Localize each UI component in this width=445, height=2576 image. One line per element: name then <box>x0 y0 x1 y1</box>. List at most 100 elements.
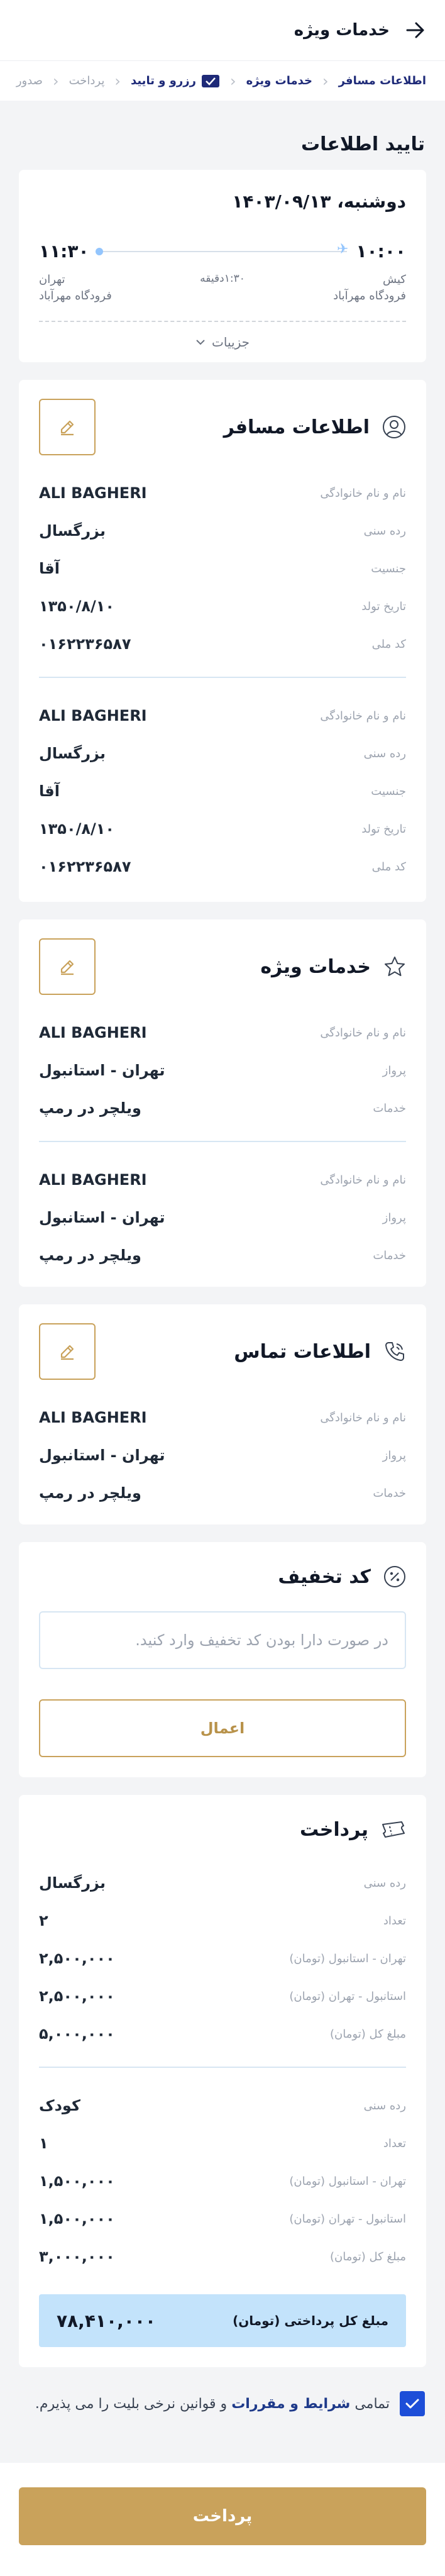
row-value: ALI BAGHERI <box>39 1171 147 1189</box>
section-title: خدمات ویژه <box>260 955 371 978</box>
terms-link[interactable]: شرایط و مقررات <box>231 2396 350 2412</box>
depart-time: ۱۰:۰۰ <box>356 241 406 262</box>
special-services-card: خدمات ویژه نام و نام خانوادگی ALI BAGHERI… <box>19 919 426 1287</box>
row-value: تهران - استانبول <box>39 1209 165 1226</box>
row-value: ۳,۰۰۰,۰۰۰ <box>39 2248 115 2265</box>
ticket-check-icon <box>201 74 219 87</box>
info-row: رده سنی بزرگسال <box>39 512 406 550</box>
section-title: اطلاعات تماس <box>234 1340 371 1363</box>
section-title: اطلاعات مسافر <box>223 416 370 438</box>
row-value: تهران - استانبول <box>39 1446 165 1464</box>
section-header: پرداخت <box>39 1795 406 1864</box>
section-title: کد تخفیف <box>278 1565 371 1588</box>
passenger-block: نام و نام خانوادگی ALI BAGHERI رده سنی بزر… <box>39 697 406 886</box>
top-header: خدمات ویژه <box>0 0 445 60</box>
row-label: تاریخ تولد <box>361 599 406 613</box>
payment-group-child: رده سنی کودک تعداد ۱ تهران - استانبول (توم… <box>39 2087 406 2275</box>
row-value: ۱,۵۰۰,۰۰۰ <box>39 2210 115 2228</box>
chevron-left-icon: ‹ <box>52 72 59 90</box>
step-label: پرداخت <box>69 74 105 87</box>
arrive-time: ۱۱:۳۰ <box>39 241 89 262</box>
dashed-divider <box>39 321 406 322</box>
info-row: تاریخ تولد ۱۳۵۰/۸/۱۰ <box>39 587 406 625</box>
header-title: خدمات ویژه <box>294 21 390 40</box>
info-row: استانبول - تهران (تومان) ۱,۵۰۰,۰۰۰ <box>39 2200 406 2238</box>
apply-discount-button[interactable]: اعمال <box>39 1699 406 1757</box>
row-label: خدمات <box>373 1248 406 1262</box>
row-value: ۱,۵۰۰,۰۰۰ <box>39 2172 115 2190</box>
destination-airport: فرودگاه مهرآباد <box>39 289 112 303</box>
section-header: خدمات ویژه <box>39 919 406 1014</box>
terms-pre: تمامی <box>354 2396 390 2412</box>
info-row: کد ملی ۰۱۶۲۲۳۶۵۸۷ <box>39 625 406 663</box>
details-toggle[interactable]: جزییات <box>39 335 406 350</box>
row-label: کد ملی <box>371 860 406 874</box>
row-label: تعداد <box>383 2136 406 2150</box>
ticket-icon <box>382 1821 405 1838</box>
edit-button[interactable] <box>39 399 96 455</box>
row-label: پرواز <box>382 1211 406 1224</box>
step-special-services[interactable]: خدمات ویژه <box>246 74 312 87</box>
row-label: رده سنی <box>363 524 406 538</box>
flight-duration: ۱:۳۰دقیقه <box>200 272 245 285</box>
info-row: کد ملی ۰۱۶۲۲۳۶۵۸۷ <box>39 848 406 886</box>
destination: تهران فرودگاه مهرآباد <box>39 272 112 304</box>
details-label: جزییات <box>212 335 250 350</box>
row-label: خدمات <box>373 1486 406 1500</box>
row-label: جنسیت <box>371 562 406 575</box>
row-value: ۱۳۵۰/۸/۱۰ <box>39 820 115 838</box>
row-value: ۲,۵۰۰,۰۰۰ <box>39 1987 115 2005</box>
user-icon <box>383 416 405 438</box>
step-label: خدمات ویژه <box>246 74 312 87</box>
payment-group-adult: رده سنی بزرگسال تعداد ۲ تهران - استانبول (… <box>39 1864 406 2053</box>
chevron-left-icon: ‹ <box>114 72 121 90</box>
passenger-info-card: اطلاعات مسافر نام و نام خانوادگی ALI BAGH… <box>19 380 426 902</box>
row-label: خدمات <box>373 1101 406 1115</box>
phone-icon <box>385 1342 404 1361</box>
info-row: خدمات ویلچر در رمپ <box>39 1474 406 1512</box>
row-label: استانبول - تهران (تومان) <box>289 1989 406 2003</box>
step-label: رزرو و تایید <box>130 74 196 87</box>
flight-route: ۱۰:۰۰ ✈ ۱:۳۰دقیقه ۱۱:۳۰ <box>39 241 406 285</box>
edit-button[interactable] <box>39 938 96 995</box>
row-label: نام و نام خانوادگی <box>320 1411 406 1424</box>
row-label: پرواز <box>382 1448 406 1462</box>
info-row: نام و نام خانوادگی ALI BAGHERI <box>39 1161 406 1199</box>
row-label: نام و نام خانوادگی <box>320 486 406 500</box>
row-value: ۰۱۶۲۲۳۶۵۸۷ <box>39 858 131 875</box>
pay-button[interactable]: پرداخت <box>19 2487 426 2545</box>
origin-airport: فرودگاه مهرآباد <box>333 289 406 303</box>
payment-card: پرداخت رده سنی بزرگسال تعداد ۲ تهران - است… <box>19 1795 426 2367</box>
row-value: تهران - استانبول <box>39 1062 165 1079</box>
percent-icon <box>384 1566 405 1587</box>
section-header: کد تخفیف <box>39 1542 406 1611</box>
info-row: رده سنی کودک <box>39 2087 406 2124</box>
row-label: مبلغ کل (تومان) <box>330 2027 406 2041</box>
step-label: صدور <box>16 74 43 87</box>
info-row: تعداد ۲ <box>39 1902 406 1940</box>
row-value: ALI BAGHERI <box>39 1024 147 1041</box>
row-value: ALI BAGHERI <box>39 1409 147 1426</box>
arrow-right-icon[interactable] <box>406 22 425 38</box>
total-payment-box: مبلغ کل پرداختی (تومان) ۷۸,۴۱۰,۰۰۰ <box>39 2294 406 2347</box>
route-line: ✈ ۱:۳۰دقیقه <box>95 242 348 285</box>
terms-post: و قوانین نرخی بلیت را می پذیرم. <box>35 2396 228 2412</box>
row-label: جنسیت <box>371 784 406 798</box>
edit-button[interactable] <box>39 1323 96 1380</box>
info-row: خدمات ویلچر در رمپ <box>39 1089 406 1127</box>
chevron-left-icon: ‹ <box>229 72 236 90</box>
chevron-left-icon: ‹ <box>322 72 329 90</box>
row-value: ویلچر در رمپ <box>39 1099 141 1117</box>
terms-checkbox[interactable] <box>400 2391 425 2416</box>
info-row: تهران - استانبول (تومان) ۲,۵۰۰,۰۰۰ <box>39 1940 406 1977</box>
discount-code-input[interactable]: در صورت دارا بودن کد تخفیف وارد کنید. <box>39 1611 406 1669</box>
row-label: مبلغ کل (تومان) <box>330 2250 406 2263</box>
row-label: نام و نام خانوادگی <box>320 709 406 723</box>
row-value: ویلچر در رمپ <box>39 1484 141 1502</box>
info-row: مبلغ کل (تومان) ۳,۰۰۰,۰۰۰ <box>39 2238 406 2275</box>
step-passenger-info[interactable]: اطلاعات مسافر <box>339 74 426 87</box>
pencil-icon <box>60 960 74 975</box>
discount-card: کد تخفیف در صورت دارا بودن کد تخفیف وارد… <box>19 1542 426 1777</box>
row-value: آقا <box>39 560 60 577</box>
row-value: ۱۳۵۰/۸/۱۰ <box>39 597 115 615</box>
